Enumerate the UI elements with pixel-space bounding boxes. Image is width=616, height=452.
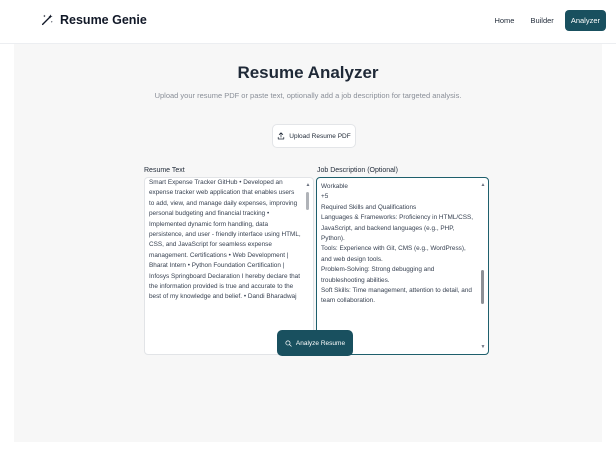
resume-scrollbar[interactable]: ▲ ▼ [305, 182, 311, 350]
scroll-thumb[interactable] [306, 192, 309, 210]
nav-builder-link[interactable]: Builder [525, 11, 558, 30]
scroll-up-icon[interactable]: ▲ [480, 182, 486, 188]
job-description-label: Job Description (Optional) [317, 167, 398, 174]
job-description-content: Workable +5 Required Skills and Qualific… [321, 183, 474, 305]
magic-wand-icon [41, 14, 53, 26]
search-icon [285, 339, 292, 347]
upload-resume-button[interactable]: Upload Resume PDF [272, 124, 356, 148]
brand-name: Resume Genie [60, 13, 147, 27]
analyze-resume-label: Analyze Resume [295, 339, 346, 347]
analyze-resume-button[interactable]: Analyze Resume [277, 330, 353, 356]
brand-logo[interactable]: Resume Genie [40, 13, 147, 27]
page-subtitle: Upload your resume PDF or paste text, op… [154, 91, 462, 100]
page-title: Resume Analyzer [237, 63, 379, 82]
upload-resume-label: Upload Resume PDF [289, 132, 351, 140]
upload-icon [278, 132, 285, 140]
resume-text-content: Smart Expense Tracker GitHub • Developed… [149, 179, 303, 301]
job-description-scrollbar[interactable]: ▲ ▼ [480, 182, 486, 350]
scroll-down-icon[interactable]: ▼ [480, 344, 486, 350]
resume-text-label: Resume Text [144, 167, 185, 174]
nav-home-link[interactable]: Home [489, 11, 519, 30]
scroll-up-icon[interactable]: ▲ [305, 182, 311, 188]
nav-analyzer-link[interactable]: Analyzer [564, 10, 606, 31]
top-navigation-bar: Resume Genie Home Builder Analyzer [0, 0, 616, 44]
resume-text-area[interactable]: Smart Expense Tracker GitHub • Developed… [144, 177, 314, 355]
job-description-area[interactable]: Workable +5 Required Skills and Qualific… [316, 177, 489, 355]
scroll-thumb[interactable] [481, 270, 484, 304]
main-nav: Home Builder Analyzer [489, 10, 606, 31]
